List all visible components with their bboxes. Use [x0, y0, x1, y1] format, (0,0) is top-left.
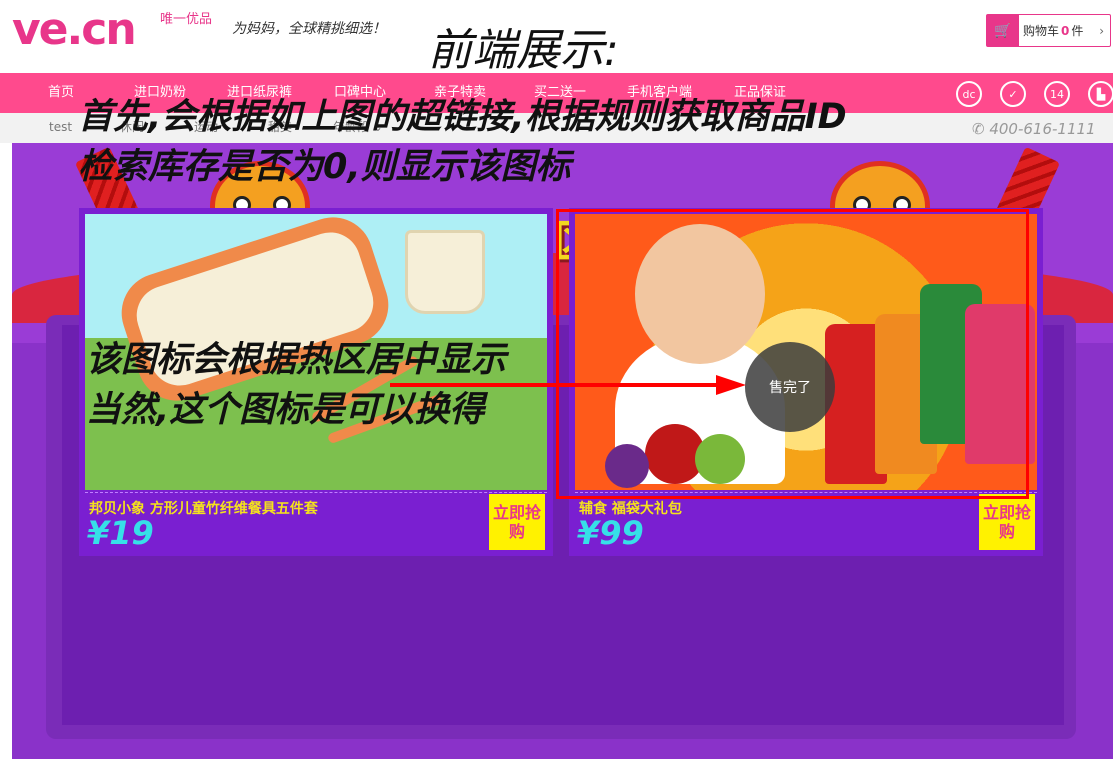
dc-icon[interactable]: dc	[956, 81, 982, 107]
buy-now-button[interactable]: 立即抢购	[979, 494, 1035, 550]
chevron-right-icon: ›	[1099, 23, 1104, 38]
cup-image	[405, 230, 485, 314]
14-days-icon[interactable]: 14	[1044, 81, 1070, 107]
buy-now-button[interactable]: 立即抢购	[489, 494, 545, 550]
annotation-top: 首先,会根据如上图的超链接,根据规则获取商品ID 检索库存是否为0,则显示该图标	[78, 92, 847, 192]
slogan: 为妈妈，全球精挑细选！	[232, 21, 386, 37]
phone-number: 400-616-1111	[989, 120, 1096, 138]
cart-count: 0	[1061, 23, 1070, 38]
annotation-line: 检索库存是否为0,则显示该图标	[78, 147, 571, 187]
logo-text: ve.cn	[12, 4, 137, 55]
soldout-badge: 售完了	[745, 342, 835, 432]
cart-unit: 件	[1071, 24, 1084, 38]
cart-icon: 🛒	[987, 15, 1019, 46]
cart-label: 购物车	[1023, 24, 1060, 38]
phone-icon: ✆	[972, 120, 990, 138]
arrow-icon	[390, 375, 746, 395]
product-price: ¥99	[577, 514, 644, 552]
hotline: ✆ 400-616-1111	[972, 113, 1096, 143]
site-logo[interactable]: ve.cn 唯一优品	[12, 4, 212, 55]
nav-item-home[interactable]: 首页	[48, 73, 74, 113]
cart-button[interactable]: 🛒 购物车 0 件 ›	[986, 14, 1111, 47]
annotation-title: 前端展示:	[428, 25, 619, 76]
subnav-item-test[interactable]: test	[49, 113, 72, 143]
top-header: ve.cn 唯一优品 为妈妈，全球精挑细选！ 前端展示: 🛒 购物车 0 件 ›	[0, 0, 1113, 76]
shield-icon[interactable]: ✓	[1000, 81, 1026, 107]
truck-icon[interactable]: ▙	[1088, 81, 1113, 107]
annotation-line: 首先,会根据如上图的超链接,根据规则获取商品ID	[78, 97, 847, 137]
logo-subtitle: 唯一优品	[160, 12, 213, 27]
product-price: ¥19	[87, 514, 154, 552]
